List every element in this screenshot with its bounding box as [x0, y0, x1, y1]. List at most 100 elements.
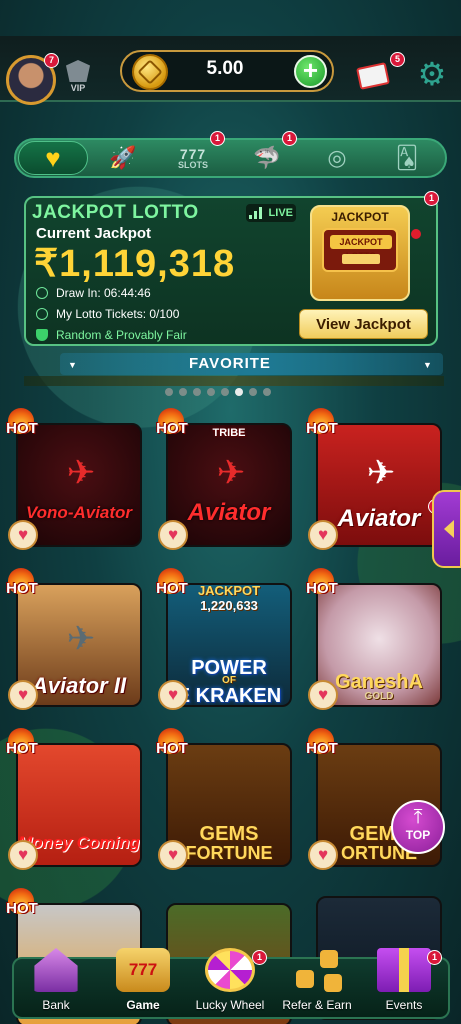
fishing-badge: 1: [282, 131, 297, 146]
carousel-dot[interactable]: [263, 388, 271, 396]
slots-badge: 1: [210, 131, 225, 146]
carousel-dot[interactable]: [179, 388, 187, 396]
favorite-heart-icon[interactable]: ♥: [308, 680, 338, 710]
plane-icon: ✈: [216, 454, 246, 492]
plane-icon: ✈: [66, 620, 96, 658]
ticket-icon: [36, 308, 48, 320]
tab-fishing[interactable]: 🦈: [232, 141, 302, 175]
hot-tag: HOT: [152, 728, 192, 762]
carousel-dot[interactable]: [249, 388, 257, 396]
carousel-dots[interactable]: [165, 388, 271, 396]
hot-tag: HOT: [2, 408, 42, 442]
tickets-row: My Lotto Tickets: 0/100: [36, 307, 179, 321]
plane-icon: ✈: [66, 454, 96, 492]
favorite-heart-icon[interactable]: ♥: [8, 840, 38, 870]
gift-icon: [377, 948, 431, 992]
cards-icon: 🂡: [395, 145, 419, 170]
slots-label: SLOTS: [177, 159, 208, 170]
scroll-top-button[interactable]: ⤒ TOP: [391, 800, 445, 854]
hot-tag: HOT: [2, 568, 42, 602]
hot-tag: HOT: [2, 728, 42, 762]
deposit-button[interactable]: +: [294, 55, 327, 88]
live-label: LIVE: [268, 207, 293, 219]
nav-game[interactable]: 777 Game: [103, 948, 183, 1020]
mail-icon: [356, 62, 390, 90]
triangle-left-icon: ▼: [68, 360, 77, 370]
tab-slots[interactable]: 777 SLOTS: [158, 141, 228, 175]
arrow-up-icon: ⤒: [413, 806, 423, 828]
bank-icon: [34, 948, 78, 992]
shark-icon: 🦈: [253, 145, 281, 170]
heart-icon: ♥: [45, 142, 61, 173]
machine-lever: [411, 229, 421, 239]
nav-label: Lucky Wheel: [195, 998, 265, 1012]
machine-label: JACKPOT: [331, 210, 389, 224]
nav-bank[interactable]: Bank: [16, 948, 96, 1020]
vip-button[interactable]: VIP: [64, 60, 92, 94]
wheel-icon: [205, 948, 255, 992]
carousel-strip[interactable]: [24, 376, 444, 386]
favorite-heart-icon[interactable]: ♥: [158, 520, 188, 550]
side-drawer-tab[interactable]: [432, 490, 461, 568]
favorite-heart-icon[interactable]: ♥: [308, 840, 338, 870]
mail-button[interactable]: [356, 60, 392, 90]
fair-row: Random & Provably Fair: [36, 328, 187, 342]
favorite-heart-icon[interactable]: ♥: [308, 520, 338, 550]
vip-label: VIP: [70, 83, 86, 93]
slots-icon: 777: [179, 145, 207, 162]
tab-cards[interactable]: 🂡: [372, 141, 442, 175]
nav-refer-earn[interactable]: Refer & Earn: [277, 948, 357, 1020]
favorite-heart-icon[interactable]: ♥: [158, 680, 188, 710]
nav-label: Game: [126, 998, 160, 1012]
hot-tag: HOT: [152, 408, 192, 442]
favorite-heart-icon[interactable]: ♥: [158, 840, 188, 870]
roulette-icon: ◎: [327, 145, 347, 170]
hot-tag: HOT: [2, 888, 42, 922]
jackpot-badge: 1: [424, 191, 439, 206]
hot-tag: HOT: [302, 728, 342, 762]
carousel-dot[interactable]: [193, 388, 201, 396]
top-label: TOP: [405, 828, 431, 842]
favorite-heart-icon[interactable]: ♥: [8, 520, 38, 550]
plane-icon: ✈: [366, 454, 396, 492]
fair-text: Random & Provably Fair: [56, 328, 187, 342]
draw-in-text: Draw In: 06:44:46: [56, 286, 151, 300]
shield-icon: [36, 329, 48, 341]
favorite-heart-icon[interactable]: ♥: [8, 680, 38, 710]
refer-icon: [290, 948, 344, 992]
balance-value: 5.00: [206, 58, 244, 79]
current-jackpot-label: Current Jackpot: [36, 225, 152, 242]
events-badge: 1: [427, 950, 442, 965]
draw-row: Draw In: 06:44:46: [36, 286, 151, 300]
hot-tag: HOT: [152, 568, 192, 602]
wheel-badge: 1: [252, 950, 267, 965]
favorite-label: FAVORITE: [189, 355, 271, 372]
carousel-dot[interactable]: [235, 388, 243, 396]
tickets-text: My Lotto Tickets: 0/100: [56, 307, 180, 321]
tab-roulette[interactable]: ◎: [302, 141, 372, 175]
settings-gear-icon[interactable]: ⚙: [416, 58, 448, 90]
coin-icon: [132, 54, 168, 90]
machine-screen: JACKPOT LOTTO: [322, 228, 398, 272]
vip-shield-icon: [66, 60, 90, 82]
rocket-icon: 🚀: [109, 145, 137, 170]
machine-screen-text: JACKPOT LOTTO: [330, 235, 392, 261]
carousel-dot[interactable]: [207, 388, 215, 396]
tab-favorite[interactable]: ♥: [18, 141, 88, 175]
tab-crash[interactable]: 🚀: [88, 141, 158, 175]
nav-label: Bank: [42, 998, 70, 1012]
jackpot-amount: ₹1,119,318: [34, 243, 236, 285]
hot-tag: HOT: [302, 568, 342, 602]
game-icon: 777: [116, 948, 170, 992]
view-jackpot-button[interactable]: View Jackpot: [299, 309, 428, 339]
nav-label: Refer & Earn: [282, 998, 352, 1012]
triangle-right-icon: ▼: [423, 360, 432, 370]
carousel-dot[interactable]: [221, 388, 229, 396]
nav-label: Events: [385, 998, 423, 1012]
jackpot-title: JACKPOT LOTTO: [32, 202, 199, 223]
game-title: Vono-Aviator: [25, 503, 133, 522]
avatar-badge: 7: [44, 53, 59, 68]
hot-tag: HOT: [302, 408, 342, 442]
signal-icon: [249, 207, 263, 219]
carousel-dot[interactable]: [165, 388, 173, 396]
